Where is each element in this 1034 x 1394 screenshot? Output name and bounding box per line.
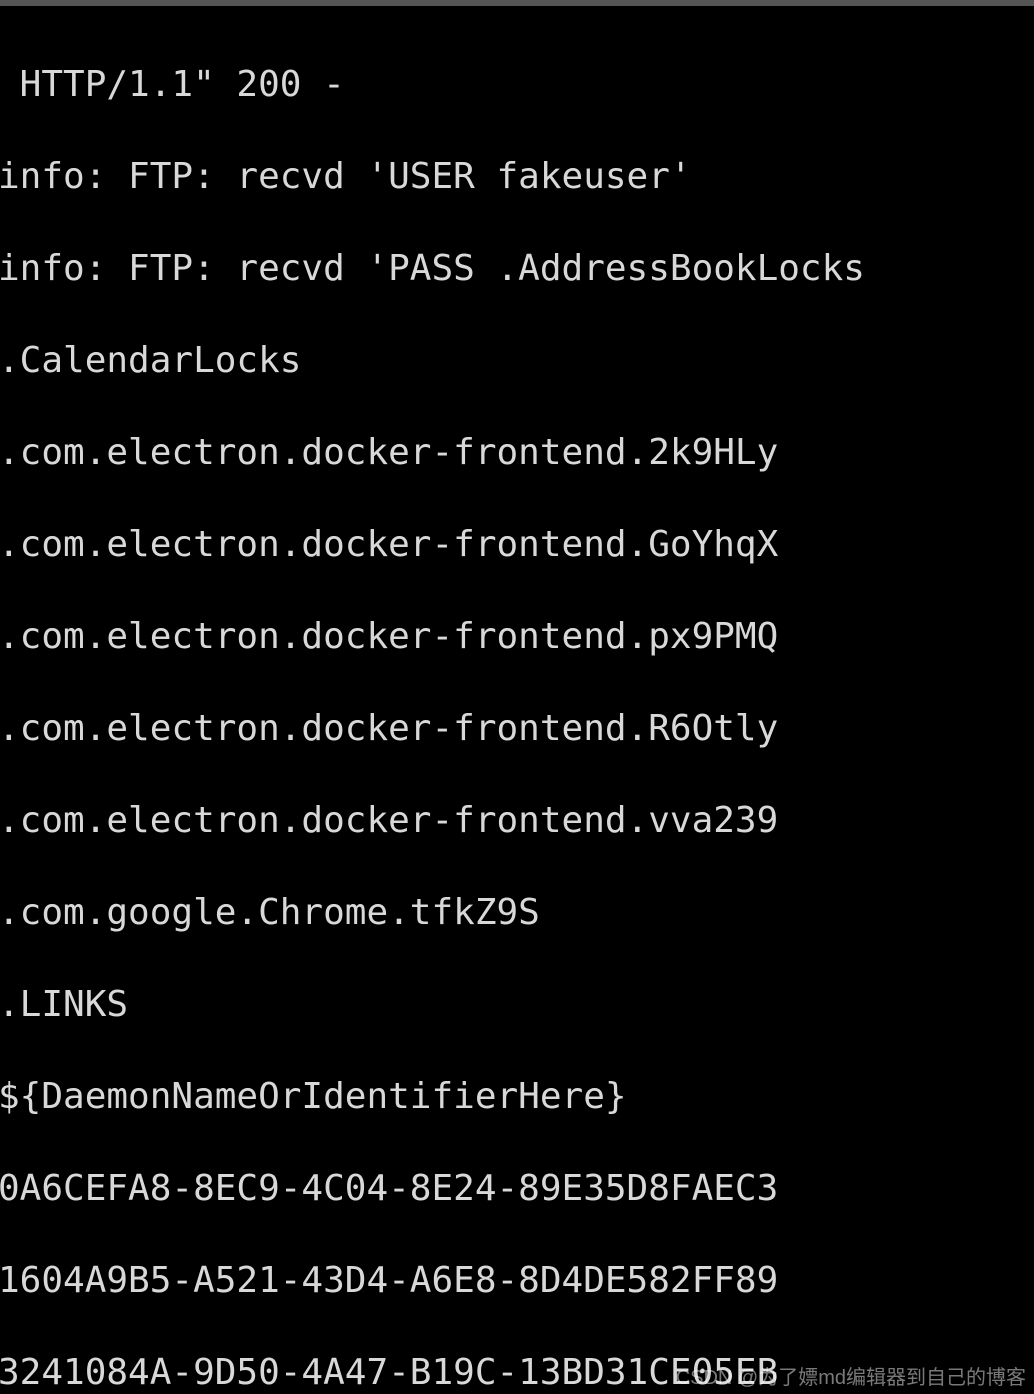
terminal-line: .com.electron.docker-frontend.px9PMQ bbox=[0, 614, 1034, 660]
terminal-line: HTTP/1.1" 200 - bbox=[0, 62, 1034, 108]
terminal-line: 0A6CEFA8-8EC9-4C04-8E24-89E35D8FAEC3 bbox=[0, 1166, 1034, 1212]
terminal-line: .LINKS bbox=[0, 982, 1034, 1028]
terminal-line: .com.google.Chrome.tfkZ9S bbox=[0, 890, 1034, 936]
terminal-line: .com.electron.docker-frontend.R6Otly bbox=[0, 706, 1034, 752]
terminal-line: .CalendarLocks bbox=[0, 338, 1034, 384]
terminal-line: .com.electron.docker-frontend.vva239 bbox=[0, 798, 1034, 844]
terminal-output[interactable]: HTTP/1.1" 200 - info: FTP: recvd 'USER f… bbox=[0, 6, 1034, 1394]
terminal-line: info: FTP: recvd 'USER fakeuser' bbox=[0, 154, 1034, 200]
terminal-line: ${DaemonNameOrIdentifierHere} bbox=[0, 1074, 1034, 1120]
terminal-line: 1604A9B5-A521-43D4-A6E8-8D4DE582FF89 bbox=[0, 1258, 1034, 1304]
terminal-line: .com.electron.docker-frontend.GoYhqX bbox=[0, 522, 1034, 568]
csdn-watermark: CSDN @为了嫖md编辑器到自己的博客 bbox=[676, 1361, 1026, 1390]
terminal-line: .com.electron.docker-frontend.2k9HLy bbox=[0, 430, 1034, 476]
terminal-line: info: FTP: recvd 'PASS .AddressBookLocks bbox=[0, 246, 1034, 292]
